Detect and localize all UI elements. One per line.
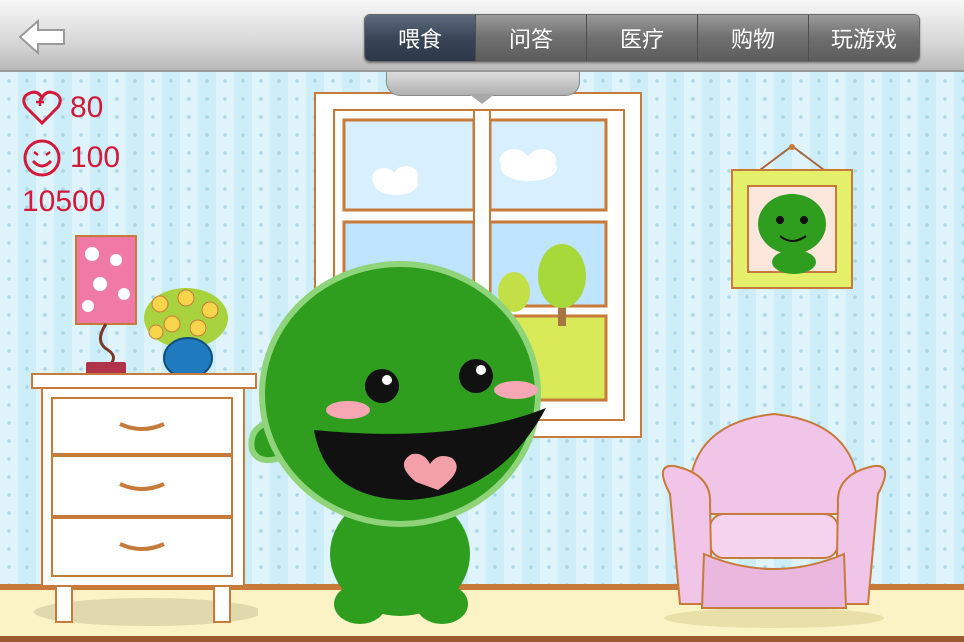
dresser bbox=[31, 373, 258, 626]
tab-feed[interactable]: 喂食 bbox=[365, 15, 476, 61]
tab-play-game[interactable]: 玩游戏 bbox=[809, 15, 919, 61]
heart-plus-icon bbox=[22, 90, 62, 126]
game-scene: 喂食 问答 医疗 购物 玩游戏 80 100 10500 bbox=[0, 0, 964, 642]
armchair bbox=[662, 412, 886, 628]
mood-value: 100 bbox=[70, 141, 121, 174]
back-arrow-icon bbox=[18, 18, 65, 56]
floor-edge bbox=[0, 636, 964, 642]
pet-portrait-frame bbox=[731, 144, 853, 289]
action-tabs: 喂食 问答 医疗 购物 玩游戏 bbox=[364, 14, 920, 62]
mood-stat: 100 bbox=[22, 138, 120, 178]
back-button[interactable] bbox=[18, 18, 68, 56]
green-pet[interactable] bbox=[246, 254, 558, 632]
pulldown-handle[interactable] bbox=[386, 72, 580, 96]
tab-quiz[interactable]: 问答 bbox=[476, 15, 587, 61]
table-lamp bbox=[75, 235, 137, 376]
smiley-icon bbox=[23, 139, 61, 177]
health-stat: 80 bbox=[22, 90, 103, 126]
health-value: 80 bbox=[70, 91, 104, 124]
coins-stat: 10500 bbox=[22, 185, 105, 219]
tab-medical[interactable]: 医疗 bbox=[587, 15, 698, 61]
pulldown-arrow-icon bbox=[469, 94, 495, 104]
top-bar: 喂食 问答 医疗 购物 玩游戏 bbox=[0, 0, 964, 72]
flower-vase bbox=[144, 288, 228, 379]
coins-value: 10500 bbox=[22, 185, 106, 218]
tab-shopping[interactable]: 购物 bbox=[698, 15, 809, 61]
